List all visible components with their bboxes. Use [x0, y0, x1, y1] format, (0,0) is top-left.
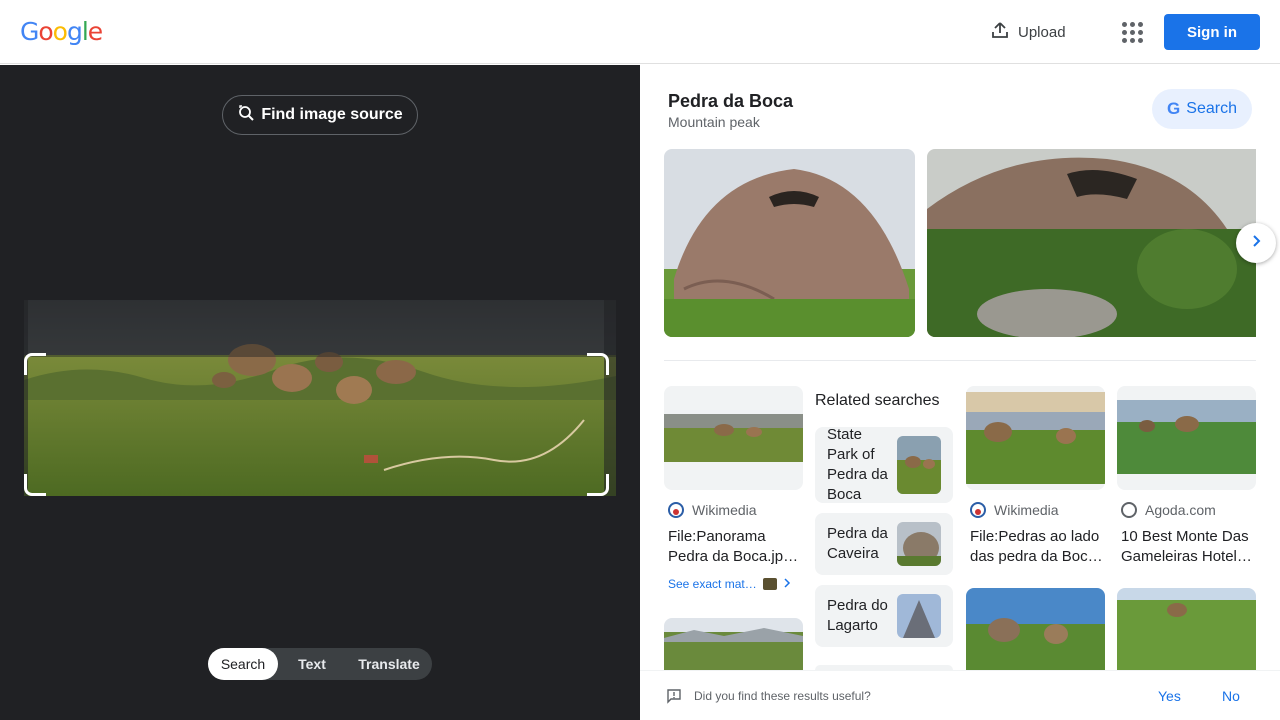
entity-subtitle: Mountain peak	[668, 114, 760, 130]
find-image-source-label: Find image source	[261, 106, 403, 123]
google-g-icon: G	[1167, 99, 1181, 118]
crop-handle-top-right[interactable]	[587, 353, 609, 375]
related-search-item[interactable]: State Park of Pedra da Boca	[815, 426, 953, 503]
image-search-icon	[237, 104, 255, 127]
related-search-thumbnail	[897, 594, 941, 638]
related-search-thumbnail	[897, 522, 941, 566]
query-image	[24, 300, 616, 496]
feedback-no-button[interactable]: No	[1222, 688, 1240, 704]
tab-translate[interactable]: Translate	[346, 648, 432, 680]
apps-grid-icon[interactable]	[1120, 20, 1144, 44]
result-title-3[interactable]: 10 Best Monte Das Gameleiras Hotel…	[1121, 527, 1255, 567]
thumbnail-icon	[762, 578, 777, 590]
tab-text[interactable]: Text	[278, 648, 346, 680]
google-logo[interactable]: Google	[20, 17, 103, 46]
entity-image-2[interactable]	[927, 149, 1256, 337]
result-image-4[interactable]	[664, 618, 803, 670]
related-search-thumbnail	[897, 436, 941, 494]
result-image-5[interactable]	[966, 588, 1105, 670]
entity-title[interactable]: Pedra da Boca	[668, 91, 793, 112]
crop-handle-bottom-right[interactable]	[587, 474, 609, 496]
top-bar: Google Upload Sign in	[0, 0, 1280, 64]
result-image-3[interactable]	[1117, 386, 1256, 490]
logo-letter: e	[87, 17, 103, 46]
crop-handle-bottom-left[interactable]	[24, 474, 46, 496]
result-source-2[interactable]: Wikimedia	[970, 502, 1059, 518]
related-searches-title: Related searches	[815, 392, 940, 409]
related-search-label: Pedra do Lagarto	[827, 597, 888, 634]
related-search-label: Pedra da Caveira	[827, 525, 888, 562]
tab-search[interactable]: Search	[208, 648, 278, 680]
upload-label: Upload	[1018, 23, 1066, 41]
result-image-6[interactable]	[1117, 588, 1256, 670]
next-arrow-button[interactable]	[1236, 223, 1276, 263]
google-search-button[interactable]: G Search	[1152, 89, 1252, 129]
see-exact-label: See exact mat…	[668, 577, 757, 591]
agoda-search-icon	[1121, 502, 1137, 518]
search-label: Search	[1186, 100, 1237, 117]
query-image-panel: Find image source Search Text Translate	[0, 65, 640, 720]
feedback-yes-button[interactable]: Yes	[1158, 688, 1181, 704]
related-search-label: State Park of Pedra da Boca	[827, 426, 888, 503]
chevron-right-icon	[1249, 234, 1263, 253]
result-title-2[interactable]: File:Pedras ao lado das pedra da Boc…	[970, 527, 1104, 567]
upload-icon	[990, 20, 1010, 44]
result-source-3[interactable]: Agoda.com	[1121, 502, 1216, 518]
divider	[664, 360, 1256, 361]
related-search-item[interactable]: Pedra do Lagarto	[815, 585, 953, 647]
see-exact-matches-link[interactable]: See exact mat…	[668, 577, 791, 591]
logo-letter: o	[52, 17, 68, 46]
find-image-source-button[interactable]: Find image source	[222, 95, 418, 135]
result-source-label: Agoda.com	[1145, 502, 1216, 518]
mode-switcher: Search Text Translate	[208, 648, 432, 680]
results-panel: Pedra da Boca Mountain peak G Search Wik…	[640, 65, 1280, 720]
feedback-bar: Did you find these results useful? Yes N…	[640, 670, 1280, 720]
result-title-1[interactable]: File:Panorama Pedra da Boca.jp…	[668, 527, 802, 567]
wikimedia-icon	[668, 502, 684, 518]
result-source-label: Wikimedia	[692, 502, 757, 518]
related-search-item[interactable]: Pedra da Caveira	[815, 513, 953, 575]
logo-letter: g	[66, 17, 83, 46]
feedback-icon	[666, 688, 682, 709]
result-image-2[interactable]	[966, 386, 1105, 490]
logo-letter: o	[38, 17, 53, 46]
entity-image-1[interactable]	[664, 149, 915, 337]
feedback-question: Did you find these results useful?	[694, 689, 871, 703]
upload-button[interactable]: Upload	[990, 18, 1066, 46]
result-source-1[interactable]: Wikimedia	[668, 502, 757, 518]
wikimedia-icon	[970, 502, 986, 518]
result-source-label: Wikimedia	[994, 502, 1059, 518]
crop-handle-top-left[interactable]	[24, 353, 46, 375]
result-image-1[interactable]	[664, 386, 803, 490]
logo-letter: G	[20, 17, 39, 46]
chevron-right-icon	[783, 577, 791, 591]
sign-in-button[interactable]: Sign in	[1164, 14, 1260, 50]
